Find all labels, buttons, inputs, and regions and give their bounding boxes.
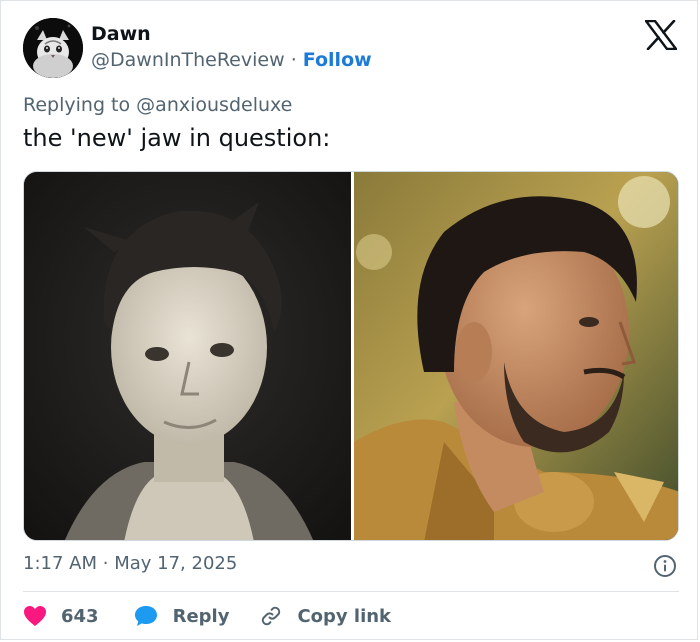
heart-icon xyxy=(24,606,46,626)
timestamp-separator: · xyxy=(102,553,109,574)
copy-link-label: Copy link xyxy=(297,605,392,627)
cat-avatar-image xyxy=(23,18,83,78)
tweet-card: Dawn @DawnInTheReview · Follow Replying … xyxy=(0,0,698,640)
reply-context-mention[interactable]: @anxiousdeluxe xyxy=(136,94,292,116)
avatar[interactable] xyxy=(23,18,83,78)
like-count: 643 xyxy=(61,605,99,627)
speech-bubble-icon xyxy=(134,606,157,626)
tweet-media[interactable] xyxy=(23,171,679,541)
tweet-date: May 17, 2025 xyxy=(114,553,238,574)
reply-button[interactable]: Reply xyxy=(133,604,230,628)
tweet-time: 1:17 AM xyxy=(23,553,97,574)
author-handle-row: @DawnInTheReview · Follow xyxy=(91,49,372,71)
link-icon xyxy=(262,606,281,626)
author-handle[interactable]: @DawnInTheReview xyxy=(91,49,285,71)
bw-portrait-photo xyxy=(24,172,351,540)
follow-button[interactable]: Follow xyxy=(303,49,372,71)
color-portrait-photo xyxy=(354,172,678,540)
reply-context-prefix: Replying to xyxy=(23,94,131,116)
handle-separator: · xyxy=(290,49,297,71)
tweet-actions: 643 Reply Copy link xyxy=(23,601,391,631)
like-button[interactable]: 643 xyxy=(23,605,99,627)
tweet-text: the 'new' jaw in question: xyxy=(23,124,331,152)
reply-context: Replying to @anxiousdeluxe xyxy=(23,94,292,116)
x-logo-icon[interactable] xyxy=(644,19,678,51)
copy-link-button[interactable]: Copy link xyxy=(259,604,391,628)
actions-divider xyxy=(23,591,679,592)
info-icon[interactable] xyxy=(653,554,677,578)
reply-label: Reply xyxy=(172,605,230,627)
tweet-timestamp[interactable]: 1:17 AM · May 17, 2025 xyxy=(23,553,237,574)
author-name[interactable]: Dawn xyxy=(91,23,151,45)
